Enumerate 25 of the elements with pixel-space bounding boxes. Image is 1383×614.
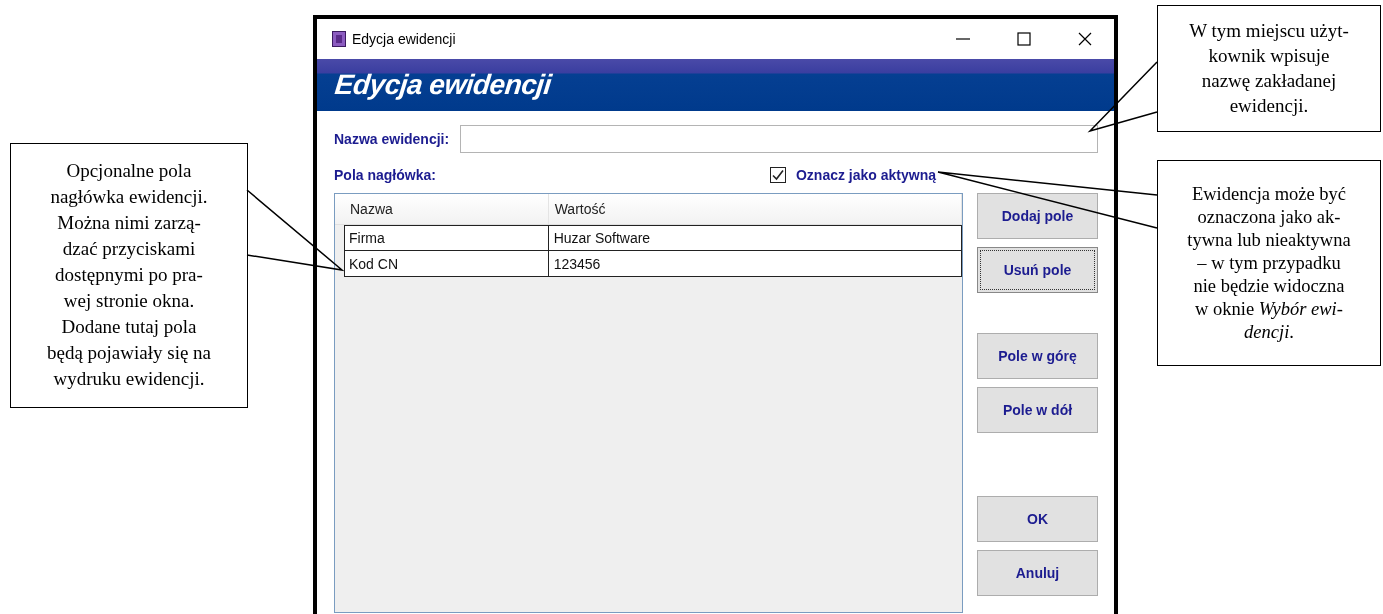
table-cell[interactable]: Firma <box>344 225 549 251</box>
window-title: Edycja ewidencji <box>352 31 456 47</box>
section-label: Pola nagłówka: <box>334 167 436 183</box>
table-cell[interactable]: Huzar Software <box>548 225 962 251</box>
column-header[interactable]: Wartość <box>548 194 962 224</box>
checkbox-label[interactable]: Oznacz jako aktywną <box>795 167 936 183</box>
close-icon[interactable] <box>1078 32 1092 46</box>
column-header[interactable]: Nazwa <box>344 194 549 224</box>
dialog-button[interactable]: Anuluj <box>977 550 1098 596</box>
app-icon <box>332 31 346 47</box>
dialog-button[interactable]: Pole w górę <box>977 333 1098 379</box>
checkbox[interactable] <box>769 167 786 183</box>
dialog-button[interactable]: Pole w dół <box>977 387 1098 433</box>
callout-text: W tym miejscu użyt- kownik wpisuje nazwę zakładanej ewidencji. <box>1157 5 1381 132</box>
banner-title: Edycja ewidencji <box>333 69 553 101</box>
table-cell[interactable]: Kod CN <box>344 250 549 277</box>
field-label: Nazwa ewidencji: <box>334 131 450 147</box>
table-cell[interactable]: 123456 <box>548 250 962 277</box>
callout-text: Opcjonalne pola nagłówka ewidencji. Można nimi zarzą- dzać przyciskami dostępnymi po pra- wej stronie okna. Dodane tutaj pola będą pojawiały się na wydruku ewidencji. <box>10 143 248 408</box>
dialog-button[interactable]: Usuń pole <box>977 247 1098 293</box>
name-input-field[interactable] <box>460 125 1098 153</box>
dialog-button[interactable]: OK <box>977 496 1098 542</box>
callout-text: Ewidencja może być oznaczona jako ak- tywna lub nieaktywna – w tym przypadku nie będzie widoczna w oknie Wybór ewi- dencji. <box>1157 160 1381 366</box>
maximize-icon[interactable] <box>1017 32 1031 46</box>
dialog-button[interactable]: Dodaj pole <box>977 193 1098 239</box>
